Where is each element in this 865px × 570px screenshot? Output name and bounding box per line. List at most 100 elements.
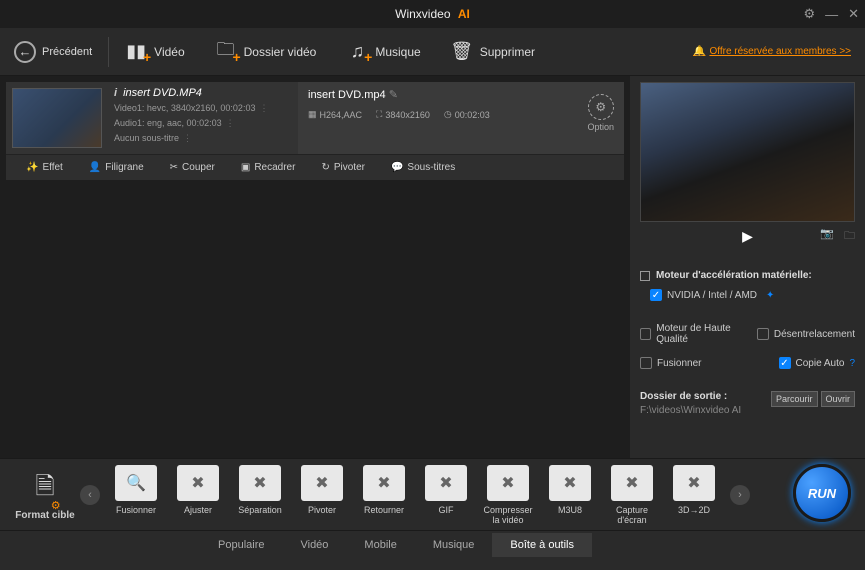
video-preview[interactable] — [640, 82, 855, 222]
hw-accel-label: Moteur d'accélération matérielle: — [656, 270, 812, 281]
help-icon[interactable]: ? — [849, 358, 855, 369]
folder-icon: 🗀+ — [215, 41, 237, 63]
gear-icon: ⚙ — [588, 94, 614, 120]
tab-mobile[interactable]: Mobile — [346, 533, 414, 557]
source-filename: insert DVD.MP4 — [114, 86, 292, 101]
merge-checkbox[interactable] — [640, 357, 652, 369]
members-offer-link[interactable]: 🔔 Offre réservée aux membres >> — [693, 46, 851, 57]
minimize-icon[interactable]: — — [825, 7, 838, 22]
delete-label: Supprimer — [480, 45, 535, 59]
output-options-button[interactable]: ⚙ Option — [587, 94, 614, 132]
format-icon: ✖ — [549, 465, 591, 501]
format-label: Pivoter — [294, 505, 350, 515]
snapshot-icon[interactable]: 📷 — [820, 227, 834, 246]
scroll-right-button[interactable]: › — [730, 485, 750, 505]
auto-label: Copie Auto — [796, 358, 845, 369]
output-dir-path: F:\videos\Winxvideo AI — [640, 405, 741, 416]
tab-populaire[interactable]: Populaire — [200, 533, 282, 557]
autocopy-checkbox[interactable]: ✓ — [779, 357, 791, 369]
format-item-compresser-la-vid-o[interactable]: ✖ Compresser la vidéo — [480, 465, 536, 525]
duration-spec: ◷ 00:02:03 — [444, 109, 490, 120]
hq-checkbox[interactable] — [640, 328, 651, 340]
video-label: Vidéo — [154, 45, 184, 59]
format-target-label: Format cible — [10, 510, 80, 521]
watermark-button[interactable]: 👤 Filigrane — [89, 162, 144, 173]
tab-vid-o[interactable]: Vidéo — [282, 533, 346, 557]
edit-name-icon[interactable]: ✎ — [389, 89, 398, 101]
video-thumbnail[interactable] — [12, 88, 102, 148]
crop-button[interactable]: ▣ Recadrer — [241, 162, 296, 173]
format-icon: ✖ — [425, 465, 467, 501]
folder-label: Dossier vidéo — [244, 45, 317, 59]
music-icon: ♫+ — [346, 41, 368, 63]
titlebar: Winxvideo AI ⚙ — ✕ — [0, 0, 865, 28]
cut-button[interactable]: ✂ Couper — [170, 162, 215, 173]
format-item-ajuster[interactable]: ✖Ajuster — [170, 465, 226, 525]
deint-label: Désentrelacement — [774, 329, 855, 340]
subtitle-button[interactable]: 💬 Sous-titres — [391, 162, 455, 173]
format-item-s-paration[interactable]: ✖Séparation — [232, 465, 288, 525]
bell-icon: 🔔 — [693, 46, 705, 57]
subtitle-info: Aucun sous-titre — [114, 133, 179, 143]
format-item-m3u8[interactable]: ✖ M3U8 — [542, 465, 598, 525]
browse-snapshot-icon[interactable]: 🗀 — [844, 227, 855, 246]
scroll-left-button[interactable]: ‹ — [80, 485, 100, 505]
format-label: Capture d'écran — [604, 505, 660, 525]
effect-button[interactable]: ✨ Effet — [26, 162, 63, 173]
format-item-gif[interactable]: ✖ GIF — [418, 465, 474, 525]
open-button[interactable]: Ouvrir — [821, 391, 856, 407]
close-icon[interactable]: ✕ — [848, 6, 859, 22]
format-label: Séparation — [232, 505, 288, 515]
format-label: 3D→2D — [666, 505, 722, 515]
merge-label: Fusionner — [657, 358, 701, 369]
codec-spec: ▦ H264,AAC — [308, 109, 362, 120]
format-icon: 🔍 — [115, 465, 157, 501]
deinterlace-checkbox[interactable] — [757, 328, 769, 340]
output-dir-label: Dossier de sortie : — [640, 391, 741, 402]
browse-button[interactable]: Parcourir — [771, 391, 818, 407]
music-label: Musique — [375, 45, 420, 59]
format-label: Retourner — [356, 505, 412, 515]
output-info: insert DVD.mp4 ✎ ▦ H264,AAC ⛶ 3840x2160 … — [298, 82, 624, 154]
hq-label: Moteur de Haute Qualité — [656, 323, 757, 345]
format-icon: ✖ — [673, 465, 715, 501]
run-button[interactable]: RUN — [793, 464, 851, 522]
format-target[interactable]: 🗎⚙ Format cible — [10, 469, 80, 521]
tab-musique[interactable]: Musique — [415, 533, 493, 557]
format-item-pivoter[interactable]: ✖ Pivoter — [294, 465, 350, 525]
video-track-info: Video1: hevc, 3840x2160, 00:02:03 — [114, 103, 255, 113]
play-button[interactable]: ▶ — [742, 228, 753, 245]
back-arrow-icon: ← — [14, 41, 36, 63]
format-icon: ✖ — [611, 465, 653, 501]
format-label: M3U8 — [542, 505, 598, 515]
format-item-3d-2d[interactable]: ✖ 3D→2D — [666, 465, 722, 525]
right-panel: ▶ 📷 🗀 Moteur d'accélération matérielle: … — [630, 76, 865, 458]
option-label: Option — [587, 122, 614, 132]
add-music-button[interactable]: ♫+ Musique — [346, 41, 420, 63]
audio-track-info: Audio1: eng, aac, 00:02:03 — [114, 118, 222, 128]
add-folder-button[interactable]: 🗀+ Dossier vidéo — [215, 41, 317, 63]
file-row[interactable]: ✕ insert DVD.MP4 Video1: hevc, 3840x2160… — [6, 82, 624, 154]
delete-button[interactable]: 🗑 Supprimer — [451, 41, 535, 63]
sparkle-icon: ✦ — [766, 290, 774, 301]
category-tabs: PopulaireVidéoMobileMusiqueBoîte à outil… — [0, 530, 865, 558]
tab-bo-te-outils[interactable]: Boîte à outils — [492, 533, 592, 557]
format-item-capture-d-cran[interactable]: ✖ Capture d'écran — [604, 465, 660, 525]
add-video-button[interactable]: ▮▮+ Vidéo — [125, 41, 184, 63]
format-label: Compresser la vidéo — [480, 505, 536, 525]
gpu-checkbox[interactable]: ✓ — [650, 289, 662, 301]
output-filename: insert DVD.mp4 — [308, 89, 386, 101]
settings-icon[interactable]: ⚙ — [803, 6, 815, 22]
rotate-button[interactable]: ↻ Pivoter — [321, 162, 365, 173]
back-button[interactable]: ← Précédent — [14, 41, 92, 63]
resolution-spec: ⛶ 3840x2160 — [376, 109, 430, 120]
format-icon: ✖ — [487, 465, 529, 501]
file-info: insert DVD.MP4 Video1: hevc, 3840x2160, … — [108, 82, 298, 154]
format-item-fusionner[interactable]: 🔍Fusionner — [108, 465, 164, 525]
app-title: Winxvideo AI — [395, 7, 470, 21]
file-list-panel: ✕ insert DVD.MP4 Video1: hevc, 3840x2160… — [0, 76, 630, 458]
back-label: Précédent — [42, 46, 92, 58]
format-icon: ✖ — [301, 465, 343, 501]
format-item-retourner[interactable]: ✖Retourner — [356, 465, 412, 525]
format-label: GIF — [418, 505, 474, 515]
